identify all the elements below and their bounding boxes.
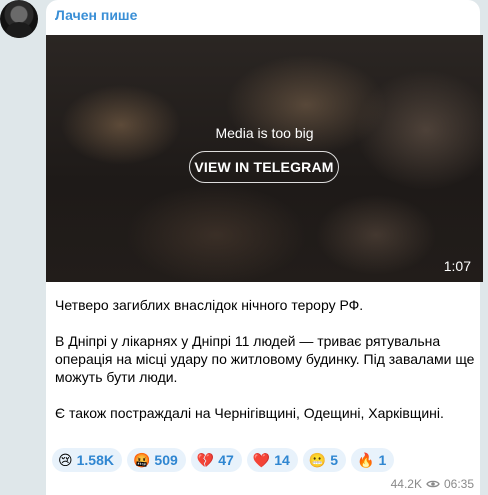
- reaction-count: 5: [330, 452, 339, 468]
- red-heart-icon: ❤️: [252, 452, 271, 468]
- view-in-telegram-button[interactable]: VIEW IN TELEGRAM: [189, 151, 339, 183]
- eye-icon: [426, 480, 440, 488]
- message-time: 06:35: [443, 477, 474, 491]
- reactions-bar: 😢 1.58K 🤬 509 💔 47 ❤️ 14 😬 5 🔥 1: [52, 448, 395, 472]
- video-preview[interactable]: Media is too big VIEW IN TELEGRAM 1:07: [46, 35, 483, 282]
- reaction-crying[interactable]: 😢 1.58K: [52, 448, 122, 472]
- reaction-heart[interactable]: ❤️ 14: [246, 448, 298, 472]
- reaction-count: 509: [154, 452, 178, 468]
- reaction-grimacing[interactable]: 😬 5: [302, 448, 347, 472]
- reaction-count: 14: [274, 452, 290, 468]
- fire-icon: 🔥: [357, 452, 375, 468]
- reaction-count: 1: [378, 452, 387, 468]
- message-bubble: Лачен пише Media is too big VIEW IN TELE…: [46, 0, 483, 495]
- broken-heart-icon: 💔: [196, 452, 215, 468]
- video-duration: 1:07: [443, 258, 471, 274]
- message-text: Четверо загиблих внаслідок нічного терор…: [55, 296, 475, 440]
- message-meta: 44.2K 06:35: [391, 477, 474, 491]
- reaction-broken-heart[interactable]: 💔 47: [190, 448, 242, 472]
- media-too-big-notice: Media is too big: [215, 125, 314, 141]
- reaction-count: 1.58K: [76, 452, 114, 468]
- view-count: 44.2K: [390, 477, 422, 491]
- message-paragraph: В Дніпрі у лікарнях у Дніпрі 11 людей — …: [55, 333, 475, 385]
- reaction-fire[interactable]: 🔥 1: [351, 448, 395, 472]
- message-paragraph: Четверо загиблих внаслідок нічного терор…: [55, 297, 364, 313]
- grimacing-face-icon: 😬: [308, 452, 327, 468]
- channel-avatar[interactable]: [0, 0, 38, 38]
- reaction-count: 47: [218, 452, 234, 468]
- crying-face-icon: 😢: [58, 452, 73, 468]
- reaction-angry[interactable]: 🤬 509: [126, 448, 186, 472]
- angry-face-icon: 🤬: [132, 452, 151, 468]
- channel-name[interactable]: Лачен пише: [55, 7, 137, 23]
- message-paragraph: Є також постраждалі на Чернігівщині, Оде…: [55, 405, 444, 421]
